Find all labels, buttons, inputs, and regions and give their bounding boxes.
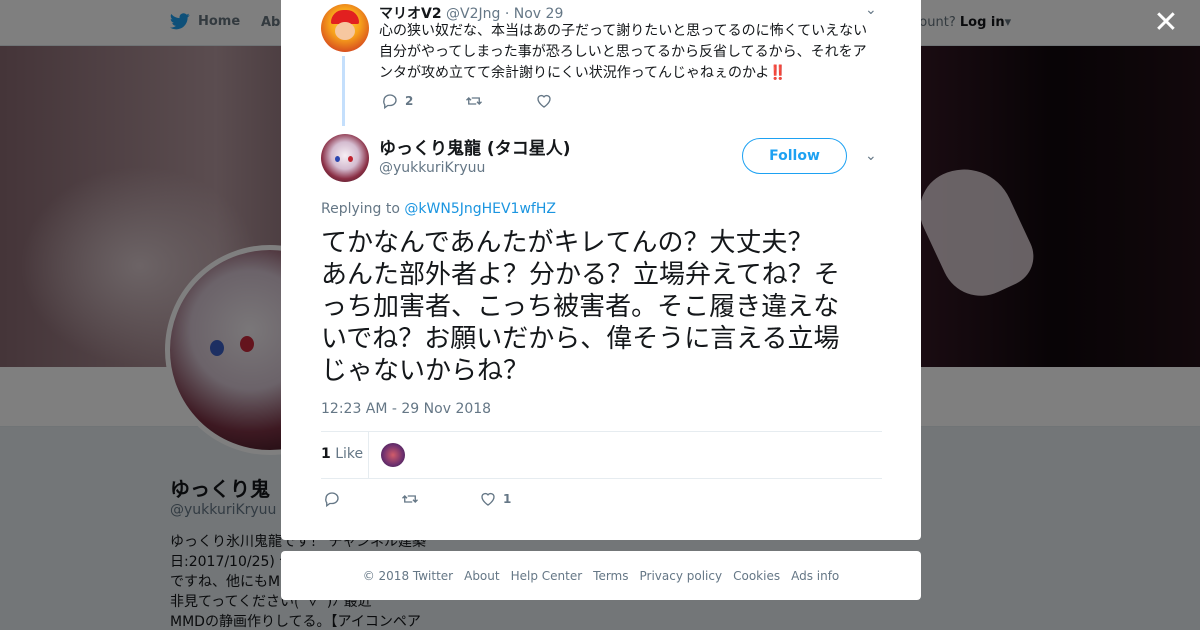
tweet-timestamp[interactable]: 12:23 AM - 29 Nov 2018 [321,401,491,417]
reply-button[interactable] [323,490,341,508]
footer-link-terms[interactable]: Terms [593,569,628,583]
reply-text-line: 心の狭い奴だな、本当はあの子だって謝りたいと思ってるのに怖くていえない [379,23,868,39]
chevron-down-icon[interactable]: ⌄ [865,2,877,18]
likes-count: 1 [321,446,331,462]
replying-prefix: Replying to [321,201,405,217]
like-button[interactable] [535,92,553,110]
reply-tweet-header: マリオV2 @V2Jng · Nov 29 [379,3,563,23]
like-button[interactable]: 1 [479,490,511,508]
tweet-modal: マリオV2 @V2Jng · Nov 29 ⌄ 心の狭い奴だな、本当はあの子だっ… [281,0,921,540]
reply-text-line: ンタが攻め立てて余計謝りにくい状況作ってんじゃねぇのかよ‼️ [379,63,879,84]
replying-handle-link[interactable]: @kWN5JngHEV1wfHZ [404,201,556,217]
stats-divider [368,432,369,478]
main-author-avatar[interactable] [321,134,369,182]
avatar-face [335,22,355,40]
retweet-icon [402,495,418,503]
tweet-text-line: あんた部外者よ？分かる？立場弁えてね？そ [321,260,840,290]
reply-icon [383,94,397,110]
likes-label: Like [335,446,364,462]
reply-count: 2 [405,94,414,108]
tweet-text-line: いでね？お願いだから、偉そうに言える立場 [321,324,840,354]
likes-stat[interactable]: 1 Like [321,446,363,462]
reply-author-handle[interactable]: @V2Jng [446,6,500,22]
footer-link-about[interactable]: About [464,569,499,583]
reply-author-name[interactable]: マリオV2 [379,6,442,22]
footer-link-help-center[interactable]: Help Center [511,569,583,583]
heart-icon [537,94,552,108]
tweet-text-line: じゃないからね？ [321,356,530,386]
footer-link-ads-info[interactable]: Ads info [791,569,839,583]
chevron-down-icon[interactable]: ⌄ [865,148,877,164]
close-icon[interactable]: ✕ [1152,8,1180,38]
footer-copyright: © 2018 Twitter [362,568,454,583]
reply-tweet-date[interactable]: · Nov 29 [505,6,564,22]
footer-link-cookies[interactable]: Cookies [733,569,780,583]
footer-link-privacy[interactable]: Privacy policy [640,569,723,583]
tweet-text-line: っち加害者、こっち被害者。そこ履き違えな [321,292,840,322]
liker-avatar[interactable] [381,443,405,467]
main-tweet-text: てかなんであんたがキレてんの？大丈夫？ あんた部外者よ？分かる？立場弁えてね？そ… [321,227,887,387]
thread-connector [342,56,345,126]
replying-to: Replying to @kWN5JngHEV1wfHZ [321,201,556,217]
reply-text-line: 自分がやってしまった事が恐ろしいと思ってるから反省してるから、それをア [379,44,867,60]
follow-button[interactable]: Follow [742,138,847,174]
main-author-name[interactable]: ゆっくり鬼龍 (タコ星人) [379,134,570,159]
reply-text-line-content: ンタが攻め立てて余計謝りにくい状況作ってんじゃねぇのかよ [379,65,770,81]
reply-icon [325,492,339,508]
reply-author-avatar[interactable] [321,4,369,52]
modal-footer: © 2018 Twitter About Help Center Terms P… [281,551,921,600]
like-action-count: 1 [503,492,512,506]
heart-icon [481,492,495,506]
main-tweet-actions: 1 [323,490,571,508]
retweet-icon [466,97,483,105]
main-author-handle[interactable]: @yukkuriKryuu [379,160,485,176]
reply-tweet-actions: 2 [381,92,583,110]
retweet-button[interactable] [465,92,483,110]
avatar-eye-right [348,156,353,162]
double-exclamation-emoji: ‼️ [769,65,787,81]
reply-tweet-text: 心の狭い奴だな、本当はあの子だって謝りたいと思ってるのに怖くていえない 自分がや… [379,21,879,84]
retweet-button[interactable] [401,490,419,508]
reply-button[interactable]: 2 [381,92,413,110]
tweet-text-line: てかなんであんたがキレてんの？大丈夫？ [321,228,814,258]
tweet-stats: 1 Like [321,431,882,479]
avatar-eye-left [335,156,340,162]
